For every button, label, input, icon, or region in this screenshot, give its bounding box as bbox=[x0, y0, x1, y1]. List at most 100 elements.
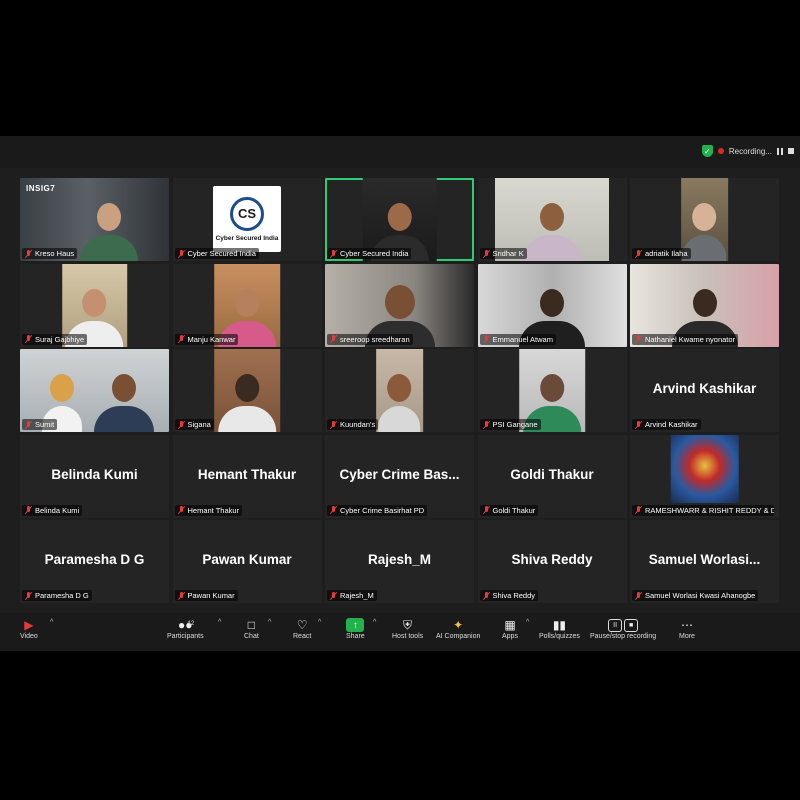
participant-name-label: Goldi Thakur bbox=[479, 504, 539, 516]
participants-options-caret-icon[interactable]: ^ bbox=[218, 619, 221, 626]
participant-tile[interactable]: Sigana bbox=[172, 349, 322, 432]
share-button[interactable]: ↑ Share bbox=[346, 617, 365, 640]
apps-options-caret-icon[interactable]: ^ bbox=[526, 619, 529, 626]
participants-button[interactable]: ●● 42 Participants bbox=[167, 617, 204, 640]
participant-tile[interactable]: Sumit bbox=[20, 349, 169, 432]
mic-muted-icon bbox=[178, 335, 185, 343]
share-options-caret-icon[interactable]: ^ bbox=[373, 619, 376, 626]
participant-figure bbox=[217, 366, 276, 432]
participant-tile[interactable]: Arvind Kashikar Arvind Kashikar bbox=[630, 349, 779, 432]
participant-name: Belinda Kumi bbox=[35, 505, 80, 515]
participant-display-name: Paramesha D G bbox=[44, 552, 145, 567]
participant-name: Manju Kanwar bbox=[187, 334, 236, 344]
participant-tile[interactable]: INSIG7 Kreso Haus bbox=[20, 178, 169, 261]
participant-display-name: Rajesh_M bbox=[367, 552, 432, 567]
mic-muted-icon bbox=[330, 591, 337, 600]
participant-name: Kreso Haus bbox=[35, 249, 75, 258]
active-speaker-tile[interactable]: Cyber Secured India bbox=[325, 178, 474, 261]
participant-tile[interactable]: sreeroop sreedharan bbox=[325, 263, 474, 347]
react-button[interactable]: ♡ React bbox=[293, 617, 311, 640]
participant-tile[interactable]: CS Cyber Secured India Cyber Secured Ind… bbox=[172, 178, 322, 261]
video-button[interactable]: ▶︎ Video bbox=[20, 617, 38, 640]
more-button[interactable]: ⋯ More bbox=[679, 617, 695, 640]
participant-tile[interactable]: adriatik Ilaha bbox=[630, 178, 779, 261]
mic-muted-icon bbox=[25, 591, 32, 600]
ai-companion-button[interactable]: ✦ AI Companion bbox=[436, 617, 480, 640]
participant-display-name: Goldi Thakur bbox=[510, 466, 594, 482]
host-tools-button[interactable]: ⛨ Host tools bbox=[392, 617, 423, 641]
participants-label: Participants bbox=[167, 633, 204, 640]
participant-name: Sridhar K bbox=[492, 249, 524, 258]
pause-stop-recording-button[interactable]: II ■ Pause/stop recording bbox=[590, 617, 656, 640]
recording-control-label: Pause/stop recording bbox=[590, 633, 657, 640]
mic-muted-icon bbox=[178, 591, 185, 600]
participant-name: RAMESHWARR & RISHIT REDDY & DEV... bbox=[645, 505, 774, 515]
participant-name: Paramesha D G bbox=[35, 591, 89, 600]
participant-tile[interactable]: Kuundan's bbox=[325, 349, 474, 432]
participant-name: Cyber Crime Basirhat PD bbox=[340, 505, 425, 515]
chat-button[interactable]: □ Chat bbox=[244, 617, 259, 640]
pause-stop-icon: II ■ bbox=[608, 618, 639, 632]
apps-label: Apps bbox=[502, 633, 518, 640]
participant-tile[interactable]: Belinda Kumi Belinda Kumi bbox=[20, 434, 169, 518]
participant-tile[interactable]: Emmanuel Atwam bbox=[477, 263, 627, 347]
participant-display-name: Pawan Kumar bbox=[202, 552, 292, 567]
mic-muted-icon bbox=[635, 420, 642, 429]
pause-recording-icon[interactable] bbox=[777, 147, 783, 155]
participant-name: Cyber Secured India bbox=[187, 249, 256, 258]
recording-dot-icon bbox=[717, 148, 724, 154]
participant-tile[interactable]: Samuel Worlasi... Samuel Worlasi Kwasi A… bbox=[630, 520, 779, 603]
participant-tile[interactable]: RAMESHWARR & RISHIT REDDY & DEV... bbox=[630, 434, 779, 518]
participant-name: Shiva Reddy bbox=[492, 591, 536, 600]
security-shield-icon[interactable]: ✓ bbox=[701, 145, 713, 157]
mic-muted-icon bbox=[25, 506, 32, 514]
participant-display-name: Shiva Reddy bbox=[511, 552, 593, 567]
cs-logo-mark: CS bbox=[230, 196, 264, 231]
participant-tile[interactable]: Hemant Thakur Hemant Thakur bbox=[172, 434, 322, 518]
mic-muted-icon bbox=[178, 249, 185, 258]
insig7-logo: INSIG7 bbox=[26, 184, 56, 193]
participant-name-label: Emmanuel Atwam bbox=[479, 333, 556, 345]
participant-name: Emmanuel Atwam bbox=[492, 334, 553, 344]
participant-name-label: Pawan Kumar bbox=[174, 590, 238, 601]
participant-display-name: Belinda Kumi bbox=[51, 466, 138, 482]
more-label: More bbox=[679, 633, 695, 640]
participant-name: Samuel Worlasi Kwasi Ahanogbe bbox=[645, 591, 756, 600]
participant-tile[interactable]: Manju Kanwar bbox=[172, 263, 322, 347]
mic-muted-icon bbox=[483, 335, 490, 343]
video-options-caret-icon[interactable]: ^ bbox=[50, 619, 53, 626]
participant-tile[interactable]: Suraj Gajbhiye bbox=[20, 263, 169, 347]
participant-name: PSI Gangane bbox=[492, 420, 538, 429]
participant-name-label: PSI Gangane bbox=[479, 419, 541, 430]
mic-muted-icon bbox=[330, 506, 337, 514]
stop-recording-icon[interactable] bbox=[788, 148, 794, 154]
participant-tile[interactable]: Rajesh_M Rajesh_M bbox=[325, 520, 474, 603]
participant-tile[interactable]: Cyber Crime Bas... Cyber Crime Basirhat … bbox=[325, 434, 474, 518]
participant-tile[interactable]: Sridhar K bbox=[477, 178, 627, 261]
participant-tile[interactable]: Goldi Thakur Goldi Thakur bbox=[477, 434, 627, 518]
participant-figure bbox=[378, 366, 421, 432]
polls-quizzes-button[interactable]: ▮▮ Polls/quizzes bbox=[539, 617, 580, 640]
participant-tile[interactable]: Pawan Kumar Pawan Kumar bbox=[172, 520, 322, 603]
react-options-caret-icon[interactable]: ^ bbox=[318, 619, 321, 626]
participant-tile[interactable]: Paramesha D G Paramesha D G bbox=[20, 520, 169, 603]
participant-name: Sigana bbox=[187, 420, 211, 429]
participant-name: Cyber Secured India bbox=[340, 249, 409, 258]
participant-name: Nathaniel Kwame nyonator bbox=[645, 334, 736, 344]
participant-name-label: Hemant Thakur bbox=[174, 504, 243, 516]
mic-muted-icon bbox=[635, 591, 642, 600]
share-arrow-icon: ↑ bbox=[346, 618, 365, 632]
apps-button[interactable]: ▦ Apps bbox=[502, 617, 518, 640]
recording-indicator[interactable]: ✓ Recording... bbox=[701, 145, 794, 157]
mic-muted-icon bbox=[178, 420, 185, 429]
participant-display-name: Cyber Crime Bas... bbox=[339, 466, 460, 482]
participant-tile[interactable]: Shiva Reddy Shiva Reddy bbox=[477, 520, 627, 603]
participant-tile[interactable]: PSI Gangane bbox=[477, 349, 627, 432]
participant-name-label: Kuundan's bbox=[327, 419, 379, 430]
participant-tile[interactable]: Nathaniel Kwame nyonator bbox=[630, 263, 779, 347]
participant-figure bbox=[522, 195, 581, 261]
mic-muted-icon bbox=[330, 249, 337, 258]
chat-options-caret-icon[interactable]: ^ bbox=[268, 619, 271, 626]
participant-video bbox=[375, 349, 424, 432]
mic-muted-icon bbox=[25, 420, 32, 429]
